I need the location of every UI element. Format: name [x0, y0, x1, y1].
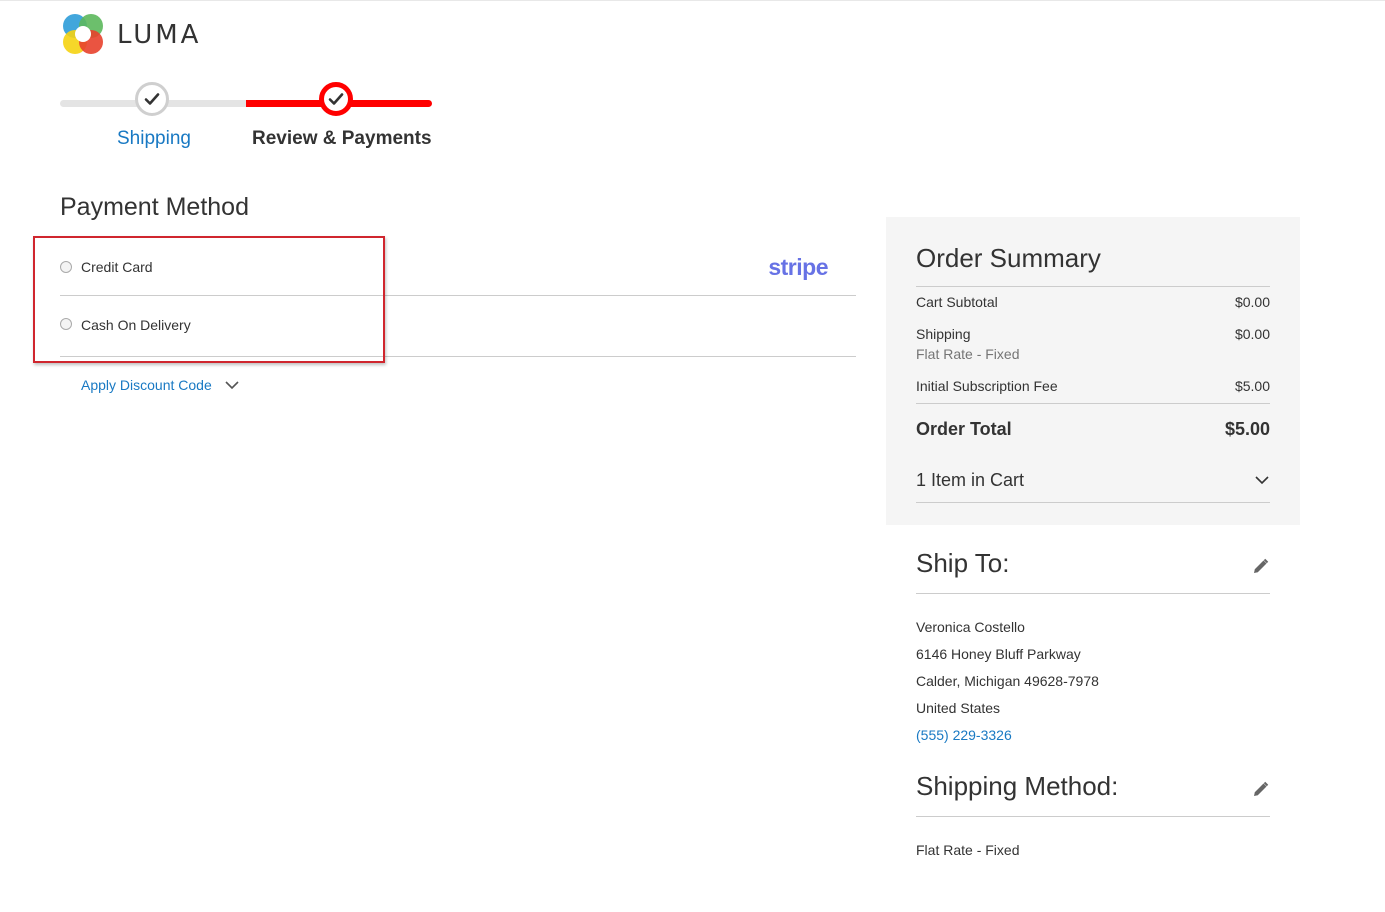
- apply-discount-toggle[interactable]: Apply Discount Code: [81, 377, 240, 393]
- subscription-fee-value: $5.00: [1234, 378, 1270, 394]
- summary-divider: [916, 502, 1270, 503]
- subscription-fee-label: Initial Subscription Fee: [916, 378, 1058, 394]
- shipping-method-subtext: Flat Rate - Fixed: [916, 346, 1020, 362]
- step-shipping-check[interactable]: [135, 82, 169, 116]
- step-review-label: Review & Payments: [252, 128, 432, 149]
- ship-to-country: United States: [916, 700, 1001, 716]
- checkmark-icon: [328, 93, 344, 105]
- apply-discount-label[interactable]: Apply Discount Code: [81, 377, 212, 393]
- ship-to-phone-link[interactable]: (555) 229-3326: [916, 727, 1012, 743]
- items-in-cart-label[interactable]: 1 Item in Cart: [916, 470, 1024, 490]
- highlight-annotation-box: [33, 236, 385, 363]
- step-review-check: [319, 82, 353, 116]
- edit-pencil-icon[interactable]: [1252, 781, 1269, 798]
- luma-logo-icon: [63, 14, 103, 54]
- shipping-method-divider: [916, 816, 1270, 817]
- summary-divider: [916, 403, 1270, 404]
- order-total-value: $5.00: [1224, 419, 1270, 439]
- shipping-method-value: Flat Rate - Fixed: [916, 842, 1020, 858]
- payment-method-title: Payment Method: [60, 193, 249, 221]
- order-summary: Order Summary Cart Subtotal $0.00 Shippi…: [886, 217, 1300, 525]
- items-in-cart-toggle[interactable]: 1 Item in Cart: [916, 470, 1270, 491]
- checkmark-icon: [144, 93, 160, 105]
- shipping-method-title: Shipping Method:: [916, 771, 1119, 801]
- step-shipping-link[interactable]: Shipping: [117, 128, 191, 150]
- ship-to-street: 6146 Honey Bluff Parkway: [916, 646, 1081, 662]
- top-divider: [0, 0, 1385, 1]
- ship-to-title: Ship To:: [916, 548, 1010, 578]
- stripe-logo: stripe: [768, 254, 828, 280]
- ship-to-name: Veronica Costello: [916, 619, 1025, 635]
- order-total-label: Order Total: [916, 419, 1012, 439]
- ship-to-city: Calder, Michigan 49628-7978: [916, 673, 1099, 689]
- shipping-label: Shipping: [916, 326, 971, 342]
- chevron-down-icon: [1255, 476, 1269, 485]
- logo-text: LUMA: [117, 20, 202, 50]
- checkout-progress-bar: Shipping Review & Payments: [60, 78, 432, 158]
- luma-logo[interactable]: LUMA: [60, 12, 201, 58]
- cart-subtotal-value: $0.00: [1234, 294, 1270, 310]
- chevron-down-icon: [225, 381, 239, 390]
- summary-divider: [916, 286, 1270, 287]
- cart-subtotal-label: Cart Subtotal: [916, 294, 998, 310]
- order-summary-title: Order Summary: [916, 243, 1101, 273]
- shipping-value: $0.00: [1234, 326, 1270, 342]
- edit-pencil-icon[interactable]: [1252, 558, 1269, 575]
- ship-to-divider: [916, 593, 1270, 594]
